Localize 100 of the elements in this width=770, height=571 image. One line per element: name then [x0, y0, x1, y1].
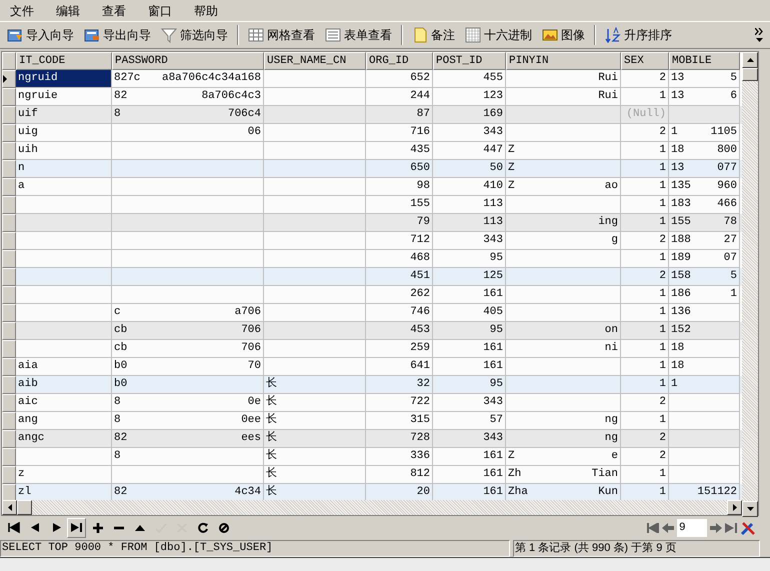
previous-page-icon[interactable] [662, 523, 674, 533]
toolbar-button[interactable]: 导入向导 [4, 24, 77, 46]
toolbar-button[interactable]: 网格查看 [245, 24, 318, 46]
menu-item[interactable]: 帮助 [188, 2, 234, 20]
note-icon [412, 27, 428, 43]
scroll-down-button[interactable] [742, 501, 758, 518]
cell-text: 95 [490, 377, 503, 392]
toolbar-button[interactable]: 导出向导 [81, 24, 154, 46]
column-header[interactable]: MOBILE [669, 52, 740, 70]
sort-icon [605, 27, 621, 43]
cell-text: 161 [483, 467, 503, 482]
up-arrow-icon [746, 58, 754, 62]
toolbar-button[interactable]: 表单查看 [322, 24, 395, 46]
cell-text: 1 [659, 413, 666, 428]
cell-text: 336 [410, 449, 430, 464]
cell-text: 455 [483, 71, 503, 86]
chevron-icon[interactable] [754, 28, 764, 35]
column-header[interactable]: PINYIN [506, 52, 621, 70]
menu-item[interactable]: 查看 [96, 2, 142, 20]
scroll-left-button[interactable] [2, 500, 17, 515]
scroll-up-button[interactable] [742, 52, 758, 68]
cell-text: 706 [241, 323, 261, 338]
image-icon [542, 27, 558, 43]
cell-text: 长 [266, 430, 277, 446]
toolbar-button[interactable]: 筛选向导 [158, 24, 231, 46]
cell-text: 长 [266, 484, 277, 500]
cell-text: 18 [671, 143, 684, 158]
cell-text: 1105 [710, 125, 737, 140]
cell-text: Zha [508, 485, 528, 500]
cell-text: 13 [671, 161, 684, 176]
column-header[interactable]: POST_ID [433, 52, 506, 70]
column-header[interactable]: PASSWORD [112, 52, 264, 70]
toolbar-button[interactable]: 升序排序 [602, 24, 675, 46]
menu-item[interactable]: 窗口 [142, 2, 188, 20]
menu-item[interactable]: 编辑 [50, 2, 96, 20]
cell-text: uih [18, 143, 38, 158]
cell-text: Rui [598, 71, 618, 86]
row-header[interactable] [2, 70, 16, 88]
last-page-icon[interactable] [725, 523, 737, 533]
dropdown-icon[interactable] [756, 38, 762, 42]
scroll-thumb[interactable] [742, 68, 758, 82]
cell-text: 453 [410, 323, 430, 338]
cell-text: 13 [671, 71, 684, 86]
cell-text: 2 [659, 431, 666, 446]
column-header[interactable]: ORG_ID [366, 52, 433, 70]
cell-text: 716 [410, 125, 430, 140]
cell-text: 长 [266, 466, 277, 482]
cell-text: 169 [483, 107, 503, 122]
column-header[interactable]: IT_CODE [16, 52, 112, 70]
cell-text: 82 [114, 431, 128, 446]
cell-text: a [18, 179, 25, 194]
toolbar-button[interactable]: 备注 [409, 24, 458, 46]
cell-text: 800 [717, 143, 737, 158]
cell-text: 1 [730, 287, 737, 302]
cell-text: 155 [671, 215, 691, 230]
cell-text: 161 [483, 485, 503, 500]
cell-text: 2 [659, 125, 666, 140]
header-corner[interactable] [2, 52, 16, 70]
cell-text: 728 [410, 431, 430, 446]
cell-text: 161 [483, 449, 503, 464]
last-record-button[interactable] [67, 518, 86, 538]
current-row-icon [3, 75, 7, 83]
cell-text: Z [508, 161, 515, 176]
toolbar-button[interactable]: 图像 [539, 24, 588, 46]
next-page-icon[interactable] [710, 523, 722, 533]
cell-text: e [611, 449, 618, 464]
column-header[interactable]: USER_NAME_CN [264, 52, 366, 70]
menu-item[interactable]: 文件 [4, 2, 50, 20]
cell-text: 136 [671, 305, 691, 320]
scroll-thumb[interactable] [17, 500, 32, 515]
cell-text: 706 [241, 341, 261, 356]
cell-text: 4c34 [234, 485, 261, 500]
cell-text: 1 [659, 323, 666, 338]
cell-text: uig [18, 125, 38, 140]
previous-icon [28, 522, 40, 534]
cell-text: ang [18, 413, 38, 428]
cell-text: 82 [114, 485, 128, 500]
page-field[interactable]: 9 [677, 519, 707, 537]
cell-text: 8 [114, 395, 121, 410]
cell-text: 722 [410, 395, 430, 410]
cell-text: 1 [659, 467, 666, 482]
first-page-icon[interactable] [647, 523, 659, 533]
column-header[interactable]: SEX [621, 52, 669, 70]
first-record-icon [8, 522, 20, 534]
cell-text: 1 [659, 287, 666, 302]
cell-text: 1 [659, 251, 666, 266]
cell-text: 244 [410, 89, 430, 104]
down-arrow-icon [746, 507, 754, 512]
cell-text: Z [508, 143, 515, 158]
cell-text: 161 [483, 341, 503, 356]
cell-text: 410 [483, 179, 503, 194]
tools-icon[interactable] [740, 520, 756, 536]
cell-text: 5 [730, 71, 737, 86]
cell-text: 78 [724, 215, 737, 230]
cell-text: 343 [483, 431, 503, 446]
toolbar-button[interactable]: 十六进制 [462, 24, 535, 46]
cell-text: g [611, 233, 618, 248]
cell-text: 1 [659, 215, 666, 230]
cell-text: 2 [659, 395, 666, 410]
scroll-right-button[interactable] [727, 500, 742, 515]
